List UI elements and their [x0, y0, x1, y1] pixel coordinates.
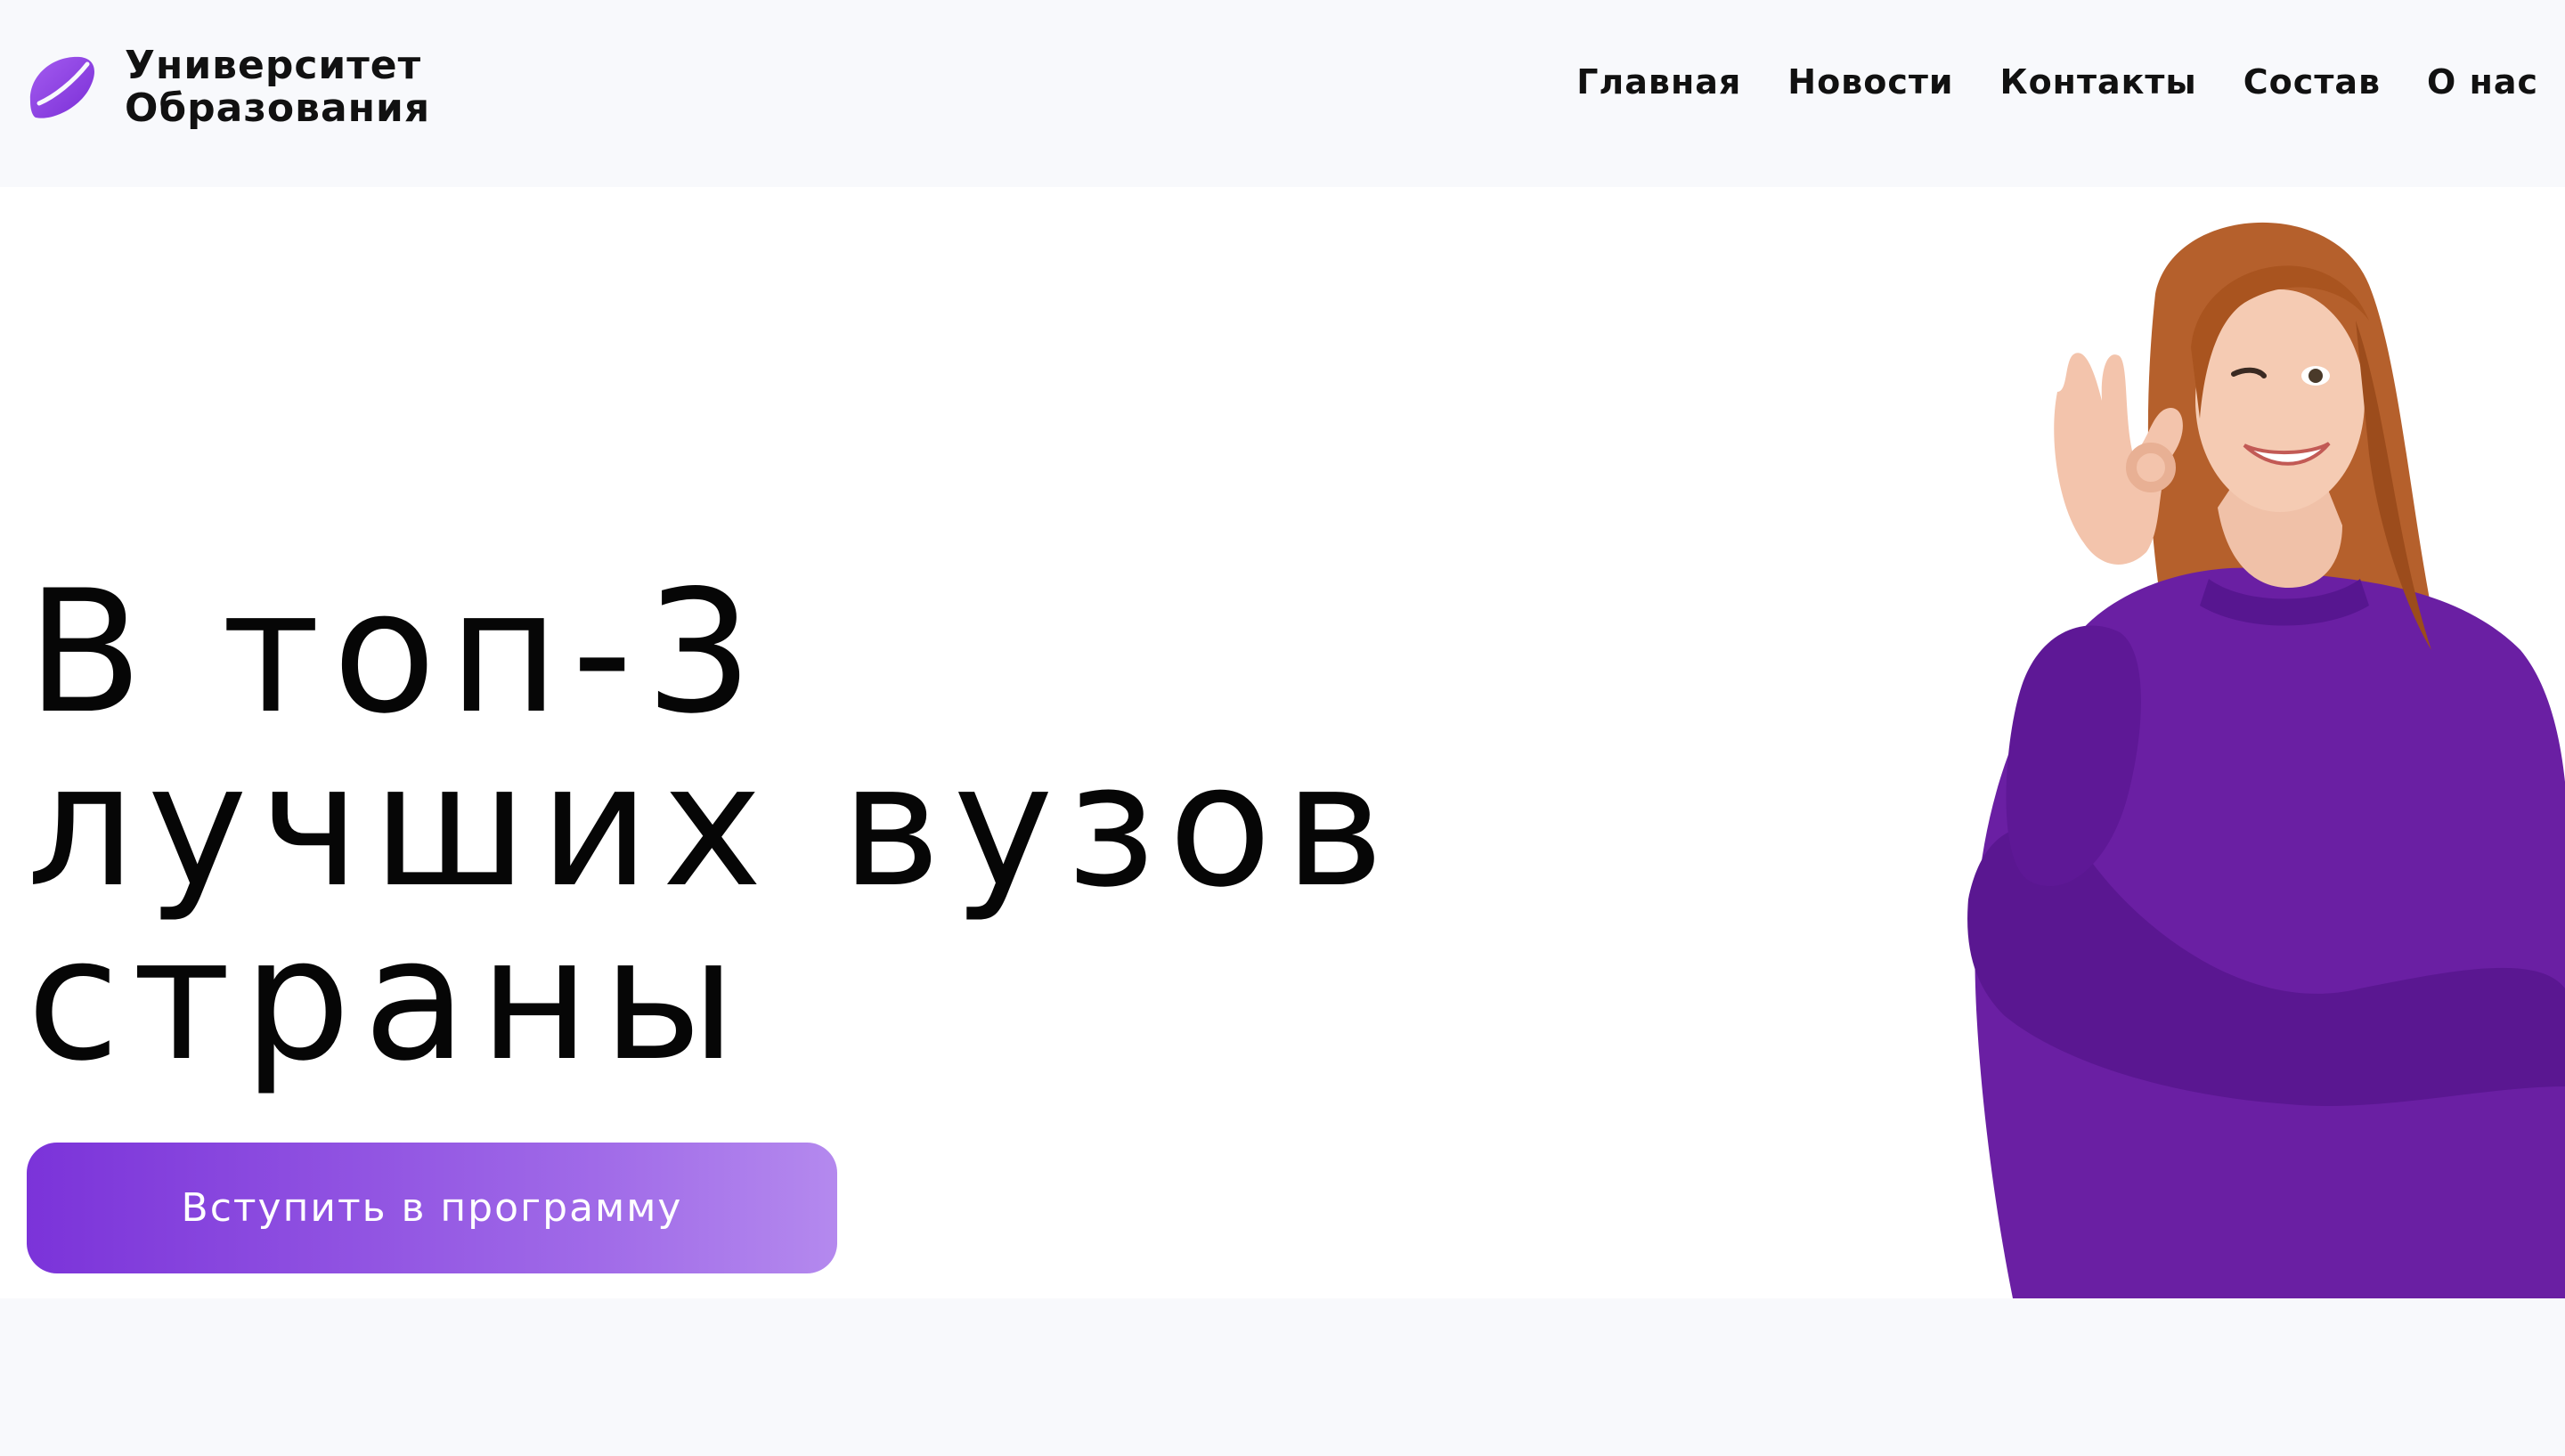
main-nav: Главная Новости Контакты Состав О нас — [1576, 62, 2538, 102]
logo-icon — [29, 56, 94, 118]
nav-item-contacts[interactable]: Контакты — [2000, 62, 2197, 102]
logo-text: Университет Образования — [125, 45, 430, 130]
nav-item-about[interactable]: О нас — [2427, 62, 2538, 102]
hero-section: В топ-3 лучших вузов страны Вступить в п… — [0, 187, 2565, 1298]
join-program-button[interactable]: Вступить в программу — [27, 1143, 837, 1273]
hero-headline-line-2: лучших вузов — [27, 728, 1396, 924]
bottom-band — [0, 1298, 2565, 1456]
hero-headline-line-3: страны — [27, 901, 749, 1098]
hero-student-photo — [1967, 222, 2565, 1298]
logo[interactable]: Университет Образования — [25, 45, 430, 130]
logo-line-2: Образования — [125, 85, 431, 131]
page: Университет Образования Главная Новости … — [0, 0, 2565, 1456]
site-header: Университет Образования Главная Новости … — [0, 0, 2565, 187]
hero-headline-line-1: В топ-3 — [27, 554, 766, 751]
nav-item-news[interactable]: Новости — [1787, 62, 1953, 102]
logo-line-1: Университет — [125, 43, 422, 88]
nav-item-home[interactable]: Главная — [1576, 62, 1741, 102]
hero-headline: В топ-3 лучших вузов страны — [27, 565, 1452, 1086]
nav-item-staff[interactable]: Состав — [2243, 62, 2381, 102]
